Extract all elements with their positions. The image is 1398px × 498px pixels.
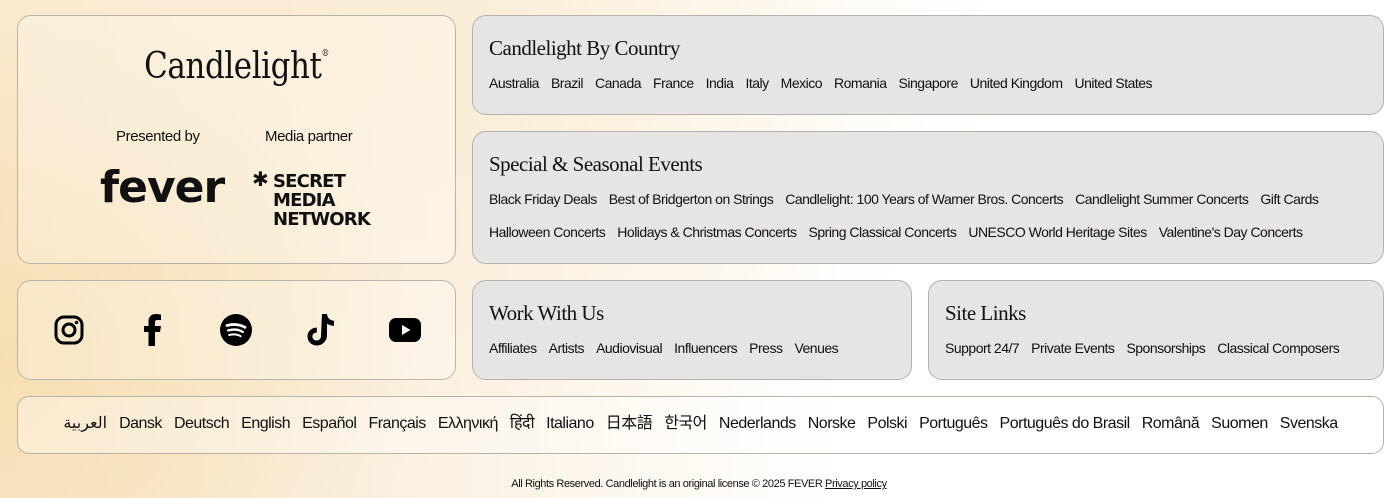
language-link[interactable]: Français: [368, 414, 426, 434]
country-link[interactable]: Italy: [745, 74, 769, 93]
site-link[interactable]: Sponsorships: [1126, 339, 1205, 358]
seasonal-heading: Special & Seasonal Events: [489, 152, 703, 176]
tiktok-icon[interactable]: [303, 312, 339, 348]
language-list: العربية Dansk Deutsch English Español Fr…: [18, 414, 1383, 434]
seasonal-link[interactable]: Black Friday Deals: [489, 190, 597, 209]
seasonal-link[interactable]: Candlelight: 100 Years of Warner Bros. C…: [785, 190, 1063, 209]
instagram-icon[interactable]: [51, 312, 87, 348]
seasonal-link[interactable]: Holidays & Christmas Concerts: [617, 223, 797, 242]
footer: All Rights Reserved. Candlelight is an o…: [0, 478, 1398, 490]
work-link[interactable]: Artists: [549, 339, 585, 358]
work-with-us-card: Work With Us Affiliates Artists Audiovis…: [472, 280, 912, 380]
country-link[interactable]: Mexico: [781, 74, 823, 93]
country-heading: Candlelight By Country: [489, 36, 680, 60]
presented-by-label: Presented by: [116, 128, 200, 145]
work-link[interactable]: Influencers: [674, 339, 737, 358]
seasonal-link[interactable]: Gift Cards: [1260, 190, 1319, 209]
language-link[interactable]: Ελληνική: [438, 414, 499, 434]
language-link[interactable]: Norske: [808, 414, 856, 434]
language-selector: العربية Dansk Deutsch English Español Fr…: [17, 396, 1384, 454]
asterisk-icon: ✱: [252, 167, 269, 191]
country-link[interactable]: United States: [1075, 74, 1153, 93]
site-link[interactable]: Classical Composers: [1217, 339, 1339, 358]
language-link[interactable]: Deutsch: [174, 414, 230, 434]
facebook-icon[interactable]: [134, 312, 170, 348]
work-link[interactable]: Audiovisual: [596, 339, 663, 358]
seasonal-link[interactable]: Best of Bridgerton on Strings: [609, 190, 774, 209]
language-link[interactable]: English: [241, 414, 290, 434]
seasonal-link[interactable]: UNESCO World Heritage Sites: [968, 223, 1147, 242]
language-link[interactable]: Italiano: [546, 414, 594, 434]
country-link[interactable]: Brazil: [551, 74, 584, 93]
language-link[interactable]: Polski: [867, 414, 907, 434]
privacy-policy-link[interactable]: Privacy policy: [825, 478, 887, 490]
copyright-text: All Rights Reserved. Candlelight is an o…: [511, 478, 823, 490]
country-link[interactable]: Canada: [595, 74, 642, 93]
work-link[interactable]: Press: [749, 339, 783, 358]
seasonal-links: Black Friday Deals Best of Bridgerton on…: [489, 190, 1369, 242]
site-link[interactable]: Support 24/7: [945, 339, 1020, 358]
language-link[interactable]: Português: [919, 414, 988, 434]
country-link[interactable]: India: [706, 74, 734, 93]
language-link[interactable]: 한국어: [664, 414, 707, 434]
work-link[interactable]: Venues: [794, 339, 838, 358]
language-link[interactable]: Nederlands: [719, 414, 796, 434]
site-links: Support 24/7 Private Events Sponsorships…: [945, 339, 1340, 358]
social-card: [17, 280, 456, 380]
country-link[interactable]: Australia: [489, 74, 539, 93]
language-link[interactable]: Português do Brasil: [1000, 414, 1131, 434]
media-partner-label: Media partner: [265, 128, 353, 145]
work-link[interactable]: Affiliates: [489, 339, 537, 358]
site-link[interactable]: Private Events: [1031, 339, 1115, 358]
country-link[interactable]: United Kingdom: [970, 74, 1063, 93]
brand-card: Candlelight® Presented by Media partner …: [17, 15, 456, 264]
language-link[interactable]: Español: [302, 414, 357, 434]
language-link[interactable]: 日本語: [606, 414, 653, 434]
youtube-icon[interactable]: [387, 312, 423, 348]
language-link[interactable]: العربية: [63, 414, 107, 434]
language-link[interactable]: Suomen: [1211, 414, 1268, 434]
seasonal-link[interactable]: Candlelight Summer Concerts: [1075, 190, 1249, 209]
seasonal-events-card: Special & Seasonal Events Black Friday D…: [472, 131, 1384, 264]
country-link[interactable]: France: [653, 74, 694, 93]
site-links-heading: Site Links: [945, 301, 1026, 325]
seasonal-link[interactable]: Halloween Concerts: [489, 223, 606, 242]
seasonal-link[interactable]: Spring Classical Concerts: [809, 223, 957, 242]
work-links: Affiliates Artists Audiovisual Influence…: [489, 339, 839, 358]
country-links-card: Candlelight By Country Australia Brazil …: [472, 15, 1384, 115]
country-links: Australia Brazil Canada France India Ita…: [489, 74, 1153, 93]
language-link[interactable]: Dansk: [119, 414, 162, 434]
fever-logo[interactable]: fever: [100, 166, 225, 210]
language-link[interactable]: Română: [1142, 414, 1200, 434]
spotify-icon[interactable]: [218, 312, 254, 348]
site-links-card: Site Links Support 24/7 Private Events S…: [928, 280, 1384, 380]
seasonal-link[interactable]: Valentine's Day Concerts: [1159, 223, 1303, 242]
work-heading: Work With Us: [489, 301, 604, 325]
candlelight-logo[interactable]: Candlelight®: [49, 46, 425, 87]
country-link[interactable]: Romania: [834, 74, 887, 93]
country-link[interactable]: Singapore: [899, 74, 959, 93]
language-link[interactable]: हिंदी: [510, 414, 535, 434]
language-link[interactable]: Svenska: [1280, 414, 1338, 434]
